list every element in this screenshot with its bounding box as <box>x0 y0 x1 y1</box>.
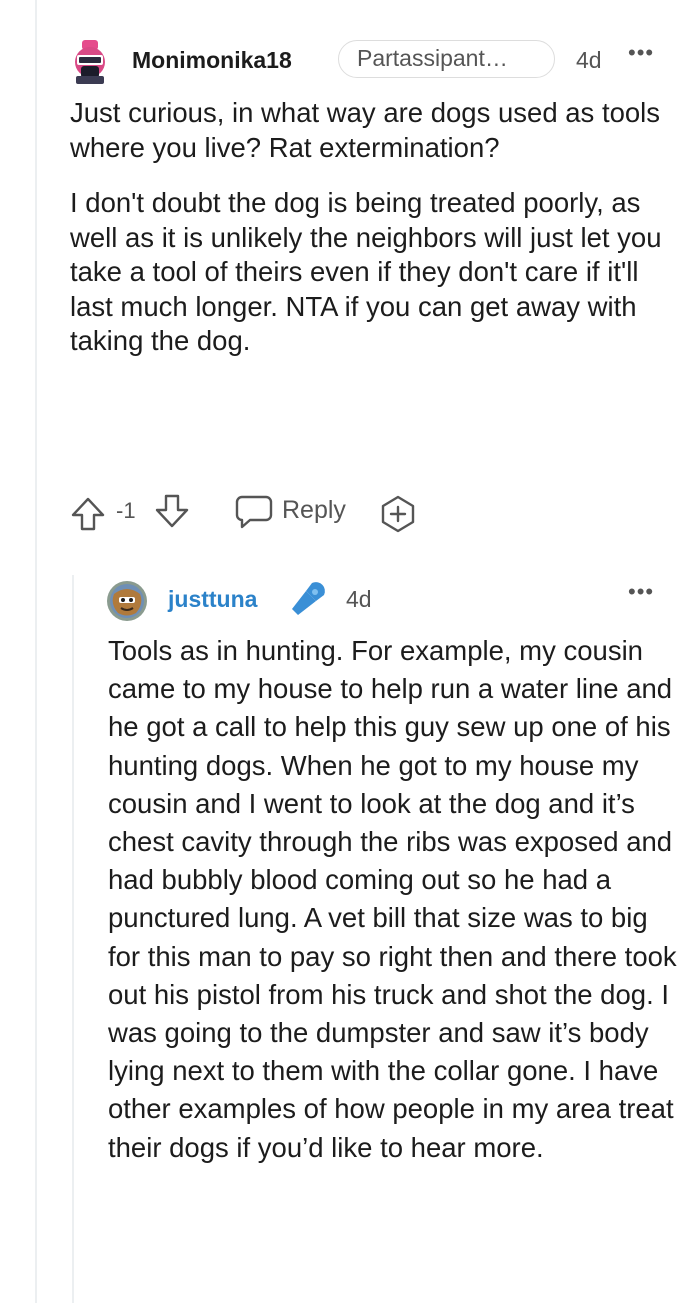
reply-icon[interactable] <box>234 493 274 536</box>
comment-age: 4d <box>346 586 372 612</box>
vote-count: -1 <box>116 498 136 523</box>
comment-body: Just curious, in what way are dogs used … <box>70 96 670 380</box>
award-icon[interactable] <box>378 494 418 539</box>
microphone-icon <box>288 579 328 624</box>
comment-header: Monimonika18 Partassipant… 4d ••• <box>70 38 690 84</box>
more-options-icon[interactable]: ••• <box>628 40 654 66</box>
comment-paragraph: I don't doubt the dog is being treated p… <box>70 187 662 356</box>
reply-header: justtuna 4d ••• <box>106 575 666 625</box>
avatar[interactable] <box>70 40 110 84</box>
avatar[interactable] <box>106 580 148 622</box>
thread-line[interactable] <box>35 0 37 1303</box>
comment-actions: -1 Reply <box>70 488 470 538</box>
username[interactable]: justtuna <box>168 586 257 613</box>
username[interactable]: Monimonika18 <box>132 47 292 74</box>
upvote-icon[interactable] <box>70 496 106 537</box>
reply-thread-line[interactable] <box>72 575 74 1303</box>
comment-paragraph: Just curious, in what way are dogs used … <box>70 97 661 163</box>
downvote-icon[interactable] <box>154 493 190 534</box>
user-flair: Partassipant… <box>338 40 555 78</box>
reply-button[interactable]: Reply <box>282 496 346 525</box>
reply-body: Tools as in hunting. For example, my cou… <box>108 632 678 1167</box>
comment-age: 4d <box>576 47 602 73</box>
more-options-icon[interactable]: ••• <box>628 579 654 605</box>
reply-paragraph: Tools as in hunting. For example, my cou… <box>108 635 677 1163</box>
